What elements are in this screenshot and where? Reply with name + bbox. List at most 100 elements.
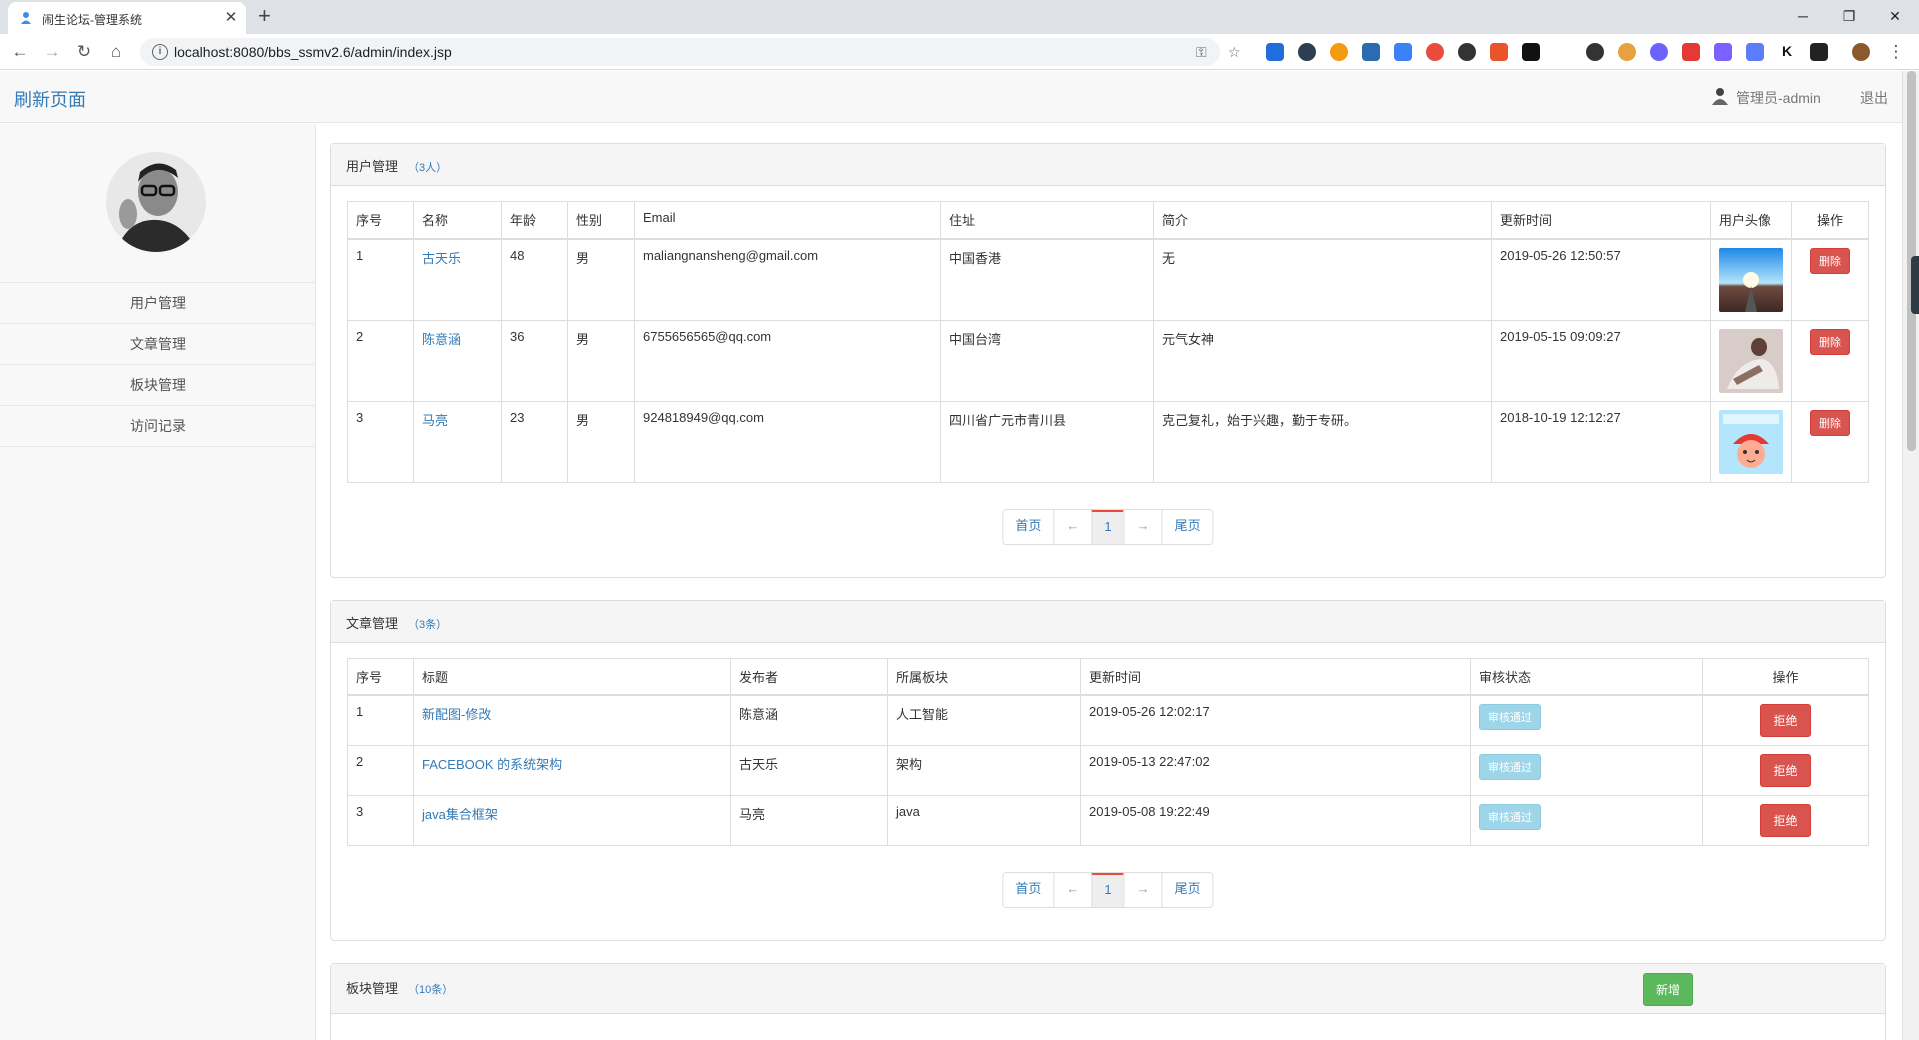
users-pagination: 首页 ← 1 → 尾页 <box>347 483 1869 571</box>
user-name-link[interactable]: 陈意涵 <box>422 332 461 347</box>
reject-button[interactable]: 拒绝 <box>1760 754 1811 787</box>
extension-k-icon[interactable]: K <box>1778 43 1796 61</box>
post-board: 人工智能 <box>887 694 1081 746</box>
sidebar-item-boards[interactable]: 板块管理 <box>0 365 316 406</box>
prev-page-button[interactable]: ← <box>1053 873 1092 907</box>
post-author: 古天乐 <box>730 745 888 796</box>
key-icon[interactable]: ⚿ <box>1196 44 1207 61</box>
column-header: 住址 <box>940 201 1154 240</box>
next-page-button[interactable]: → <box>1123 509 1162 544</box>
extension-new-icon[interactable] <box>1266 43 1284 61</box>
url-text[interactable]: localhost:8080/bbs_ssmv2.6/admin/index.j… <box>174 44 452 60</box>
table-row: 1 新配图-修改 陈意涵 人工智能 2019-05-26 12:02:17 审核… <box>347 694 1869 746</box>
post-title-link[interactable]: java集合框架 <box>422 807 498 822</box>
extension-icon[interactable] <box>1586 43 1604 61</box>
delete-user-button[interactable]: 删除 <box>1810 409 1850 436</box>
user-gender: 男 <box>567 400 635 483</box>
home-icon[interactable]: ⌂ <box>104 40 128 64</box>
user-avatar-image <box>1719 247 1783 312</box>
reject-button[interactable]: 拒绝 <box>1760 704 1811 737</box>
extension-icon[interactable] <box>1298 43 1316 61</box>
maximize-icon[interactable]: ❐ <box>1826 4 1872 30</box>
reject-button[interactable]: 拒绝 <box>1760 804 1811 837</box>
browser-toolbar: ← → ↻ ⌂ i localhost:8080/bbs_ssmv2.6/adm… <box>0 34 1919 70</box>
next-page-button[interactable]: → <box>1123 873 1162 907</box>
forward-icon[interactable]: → <box>40 40 64 64</box>
post-title-link[interactable]: FACEBOOK 的系统架构 <box>422 757 562 772</box>
tab-close-icon[interactable]: ✕ <box>222 8 240 26</box>
current-page-button[interactable]: 1 <box>1091 509 1124 544</box>
page-scrollbar[interactable] <box>1902 71 1919 1040</box>
sidebar-item-visit-logs[interactable]: 访问记录 <box>0 406 316 447</box>
panel-heading: 板块管理 （10条） 新增 <box>331 964 1885 1014</box>
post-count: （3条） <box>408 618 448 631</box>
post-board: 架构 <box>887 745 1081 796</box>
approved-status-button[interactable]: 审核通过 <box>1479 804 1541 830</box>
extension-icon[interactable] <box>1618 43 1636 61</box>
current-page-button[interactable]: 1 <box>1091 873 1124 907</box>
users-table: 序号 名称 年龄 性别 Email 住址 简介 更新时间 用户头像 操作 1 古… <box>347 201 1869 483</box>
user-name-link[interactable]: 古天乐 <box>422 251 461 266</box>
post-title-link[interactable]: 新配图-修改 <box>422 707 491 722</box>
extension-icon[interactable] <box>1426 43 1444 61</box>
new-tab-icon[interactable]: + <box>258 3 271 29</box>
user-intro: 无 <box>1153 238 1492 321</box>
profile-avatar-icon[interactable] <box>1852 43 1870 61</box>
bookmark-star-icon[interactable]: ☆ <box>1228 44 1241 61</box>
extension-icon[interactable] <box>1522 43 1540 61</box>
user-address: 中国香港 <box>940 238 1154 321</box>
extension-off-icon[interactable] <box>1682 43 1700 61</box>
browser-menu-icon[interactable]: ⋮ <box>1884 40 1908 64</box>
sidebar-menu: 用户管理 文章管理 板块管理 访问记录 <box>0 282 316 447</box>
side-handle[interactable] <box>1911 256 1919 314</box>
last-page-button[interactable]: 尾页 <box>1161 873 1213 907</box>
minimize-icon[interactable]: ─ <box>1780 4 1826 30</box>
extension-icon[interactable] <box>1650 43 1668 61</box>
sidebar-item-posts[interactable]: 文章管理 <box>0 324 316 365</box>
table-row: 3 马亮 23 男 924818949@qq.com 四川省广元市青川县 克己复… <box>347 400 1869 483</box>
user-name-link[interactable]: 马亮 <box>422 413 448 428</box>
user-updated-time: 2018-10-19 12:12:27 <box>1491 400 1711 483</box>
main-content: 用户管理 （3人） 序号 名称 年龄 性别 Email 住址 简介 更新时间 用… <box>330 143 1886 1040</box>
admin-user-label[interactable]: 管理员-admin <box>1736 88 1821 108</box>
refresh-page-link[interactable]: 刷新页面 <box>14 86 86 112</box>
address-bar[interactable]: i localhost:8080/bbs_ssmv2.6/admin/index… <box>140 38 1241 66</box>
user-count: （3人） <box>408 162 448 174</box>
delete-user-button[interactable]: 删除 <box>1810 328 1850 355</box>
back-icon[interactable]: ← <box>8 40 32 64</box>
user-management-panel: 用户管理 （3人） 序号 名称 年龄 性别 Email 住址 简介 更新时间 用… <box>330 143 1886 578</box>
logout-link[interactable]: 退出 <box>1860 88 1888 108</box>
user-address: 四川省广元市青川县 <box>940 400 1154 483</box>
prev-page-button[interactable]: ← <box>1053 509 1092 544</box>
extension-icon[interactable] <box>1458 43 1476 61</box>
window-close-icon[interactable]: ✕ <box>1872 4 1918 30</box>
user-address: 中国台湾 <box>940 319 1154 402</box>
extension-icon[interactable] <box>1746 43 1764 61</box>
row-index: 1 <box>347 238 414 321</box>
sidebar-item-users[interactable]: 用户管理 <box>0 283 316 324</box>
extension-icon[interactable] <box>1362 43 1380 61</box>
delete-user-button[interactable]: 删除 <box>1810 247 1850 274</box>
browser-tabstrip: 闹生论坛-管理系统 ✕ + ─ ❐ ✕ <box>0 0 1919 34</box>
approved-status-button[interactable]: 审核通过 <box>1479 704 1541 730</box>
approved-status-button[interactable]: 审核通过 <box>1479 754 1541 780</box>
add-board-button[interactable]: 新增 <box>1643 973 1694 1006</box>
extension-icon[interactable] <box>1490 43 1508 61</box>
extension-icon[interactable] <box>1330 43 1348 61</box>
table-row: 1 古天乐 48 男 maliangnansheng@gmail.com 中国香… <box>347 238 1869 321</box>
first-page-button[interactable]: 首页 <box>1003 873 1054 907</box>
board-management-panel: 板块管理 （10条） 新增 <box>330 963 1886 1040</box>
extension-ia-icon[interactable] <box>1810 43 1828 61</box>
extension-icon[interactable] <box>1714 43 1732 61</box>
user-intro: 克己复礼，始于兴趣，勤于专研。 <box>1153 400 1492 483</box>
extension-icon[interactable] <box>1394 43 1412 61</box>
site-info-icon[interactable]: i <box>152 44 168 60</box>
user-gender: 男 <box>567 238 635 321</box>
sidebar: 用户管理 文章管理 板块管理 访问记录 <box>0 124 316 1040</box>
column-header: 操作 <box>1791 201 1869 240</box>
row-index: 1 <box>347 694 414 746</box>
browser-tab[interactable]: 闹生论坛-管理系统 ✕ <box>8 2 246 34</box>
first-page-button[interactable]: 首页 <box>1003 509 1054 544</box>
last-page-button[interactable]: 尾页 <box>1161 509 1213 544</box>
reload-icon[interactable]: ↻ <box>72 40 96 64</box>
